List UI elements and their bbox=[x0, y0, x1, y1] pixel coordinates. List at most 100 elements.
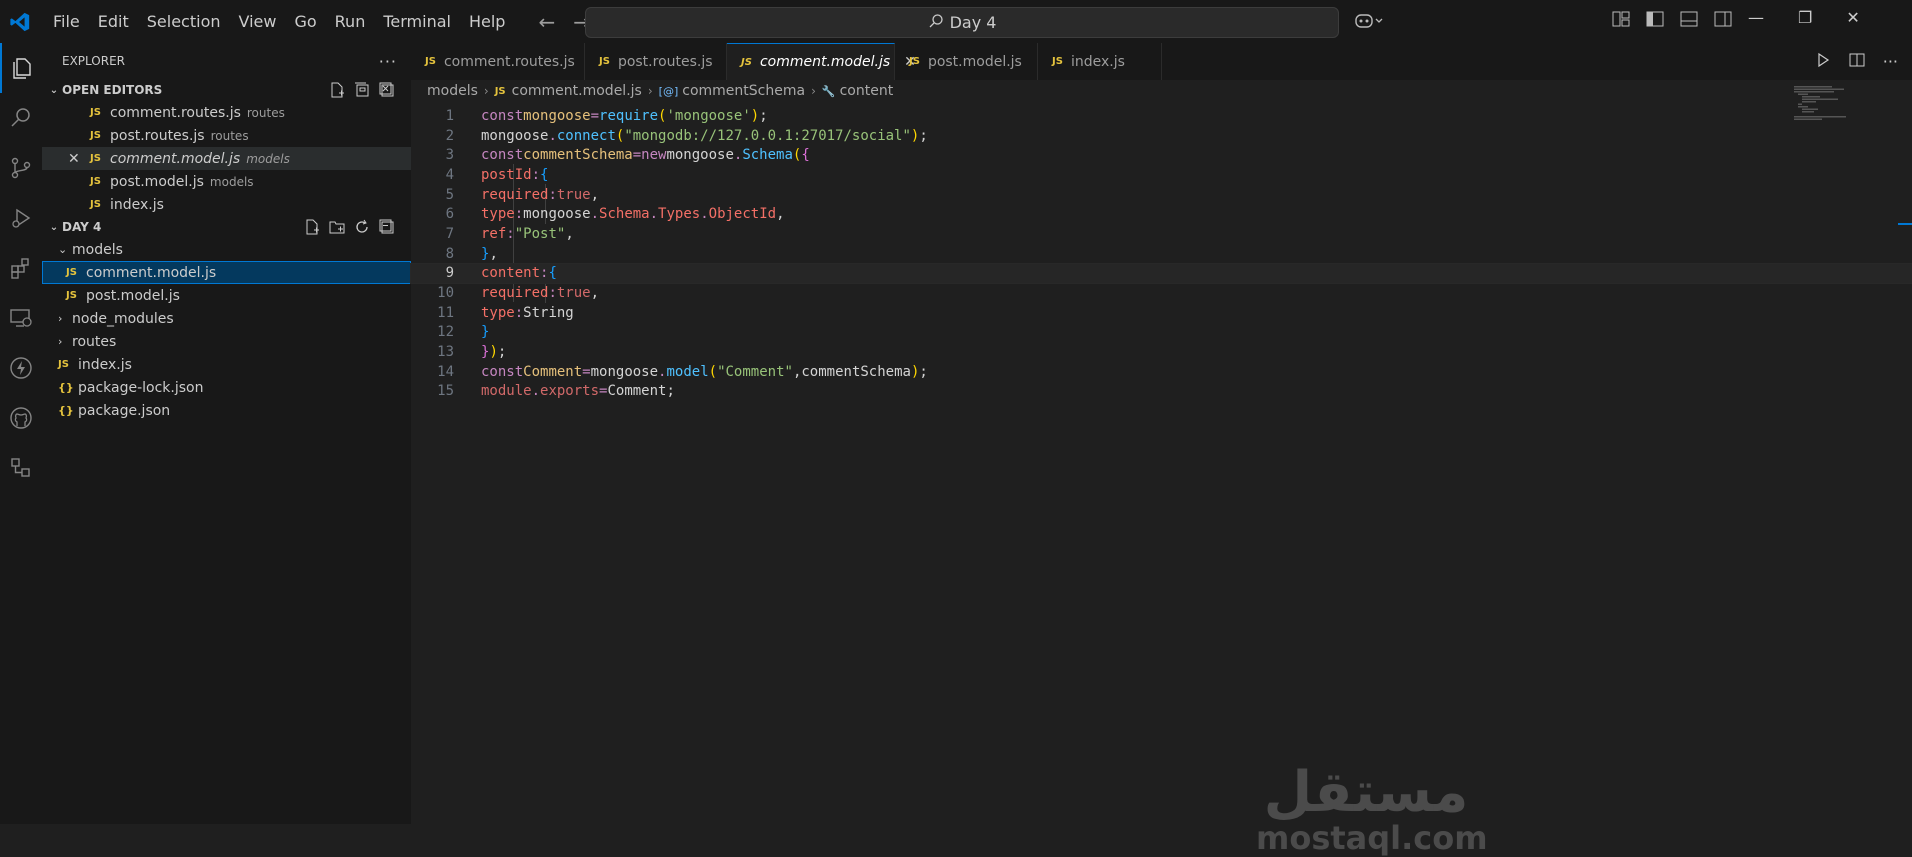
tab-label: post.routes.js bbox=[617, 53, 713, 70]
tree-file-post-model[interactable]: JS post.model.js bbox=[42, 284, 411, 307]
variable-symbol-icon: [@] bbox=[658, 84, 679, 98]
search-activity-icon[interactable] bbox=[0, 93, 42, 143]
menu-go[interactable]: Go bbox=[285, 8, 325, 35]
refresh-icon[interactable] bbox=[354, 219, 370, 238]
js-file-icon: JS bbox=[90, 130, 101, 141]
run-debug-icon[interactable] bbox=[0, 193, 42, 243]
close-editor-icon[interactable]: ✕ bbox=[68, 151, 80, 167]
chevron-down-icon: ⌄ bbox=[49, 221, 59, 233]
breadcrumb-folder[interactable]: models bbox=[427, 83, 478, 99]
code-line: 6 type: mongoose. Schema. Types. ObjectId, bbox=[445, 206, 785, 223]
tree-folder-node-modules[interactable]: › node_modules bbox=[42, 307, 411, 330]
file-name: index.js bbox=[110, 196, 164, 213]
file-name: comment.model.js bbox=[86, 264, 217, 281]
tab-label: comment.routes.js bbox=[443, 53, 575, 70]
code-line: 7 ref: "Post", bbox=[445, 225, 574, 242]
collapse-all-icon[interactable] bbox=[379, 219, 395, 238]
file-name: package-lock.json bbox=[78, 379, 204, 396]
code-line: 11 type: String bbox=[437, 304, 574, 321]
extensions-icon[interactable] bbox=[0, 243, 42, 293]
close-window-icon[interactable]: ✕ bbox=[1846, 8, 1859, 27]
explorer-icon[interactable] bbox=[0, 43, 42, 93]
tree-file-package[interactable]: {} package.json bbox=[42, 399, 411, 422]
js-file-icon: JS bbox=[90, 176, 101, 187]
js-file-icon: JS bbox=[90, 107, 101, 118]
code-line: 10 required: true, bbox=[437, 285, 600, 302]
scrollbar-cursor-marker bbox=[1898, 223, 1912, 225]
source-control-icon[interactable] bbox=[0, 143, 42, 193]
open-editor-item[interactable]: JS index.js bbox=[42, 193, 411, 216]
menu-edit[interactable]: Edit bbox=[89, 8, 138, 35]
minimize-icon[interactable]: — bbox=[1748, 8, 1764, 27]
new-file-icon[interactable] bbox=[304, 219, 320, 238]
wrench-icon: 🔧 bbox=[821, 84, 836, 98]
tab-post-routes[interactable]: JS post.routes.js bbox=[585, 43, 727, 80]
timeline-icon[interactable] bbox=[0, 443, 42, 493]
code-line: 5 required: true, bbox=[445, 186, 600, 203]
search-text: Day 4 bbox=[949, 13, 997, 32]
editor-tabs: JS comment.routes.js JS post.routes.js J… bbox=[411, 43, 1912, 80]
tab-label: comment.model.js bbox=[759, 54, 891, 70]
activity-bar bbox=[0, 43, 42, 824]
copilot-icon[interactable] bbox=[1354, 12, 1384, 34]
chevron-down-icon: ⌄ bbox=[58, 243, 68, 256]
toggle-primary-sidebar-icon[interactable] bbox=[1646, 11, 1664, 31]
menu-run[interactable]: Run bbox=[326, 8, 375, 35]
file-folder-desc: routes bbox=[246, 105, 285, 120]
tree-folder-models[interactable]: ⌄ models bbox=[42, 238, 411, 261]
code-line: 3 const commentSchema =new mongoose. Schema… bbox=[445, 147, 810, 164]
code-editor[interactable]: 1 const mongoose = require('mongoose'); 2 mo… bbox=[410, 106, 1912, 401]
tree-file-package-lock[interactable]: {} package-lock.json bbox=[42, 376, 411, 399]
watermark-logo: مستقل mostaql.com bbox=[1256, 763, 1488, 857]
menu-selection[interactable]: Selection bbox=[138, 8, 230, 35]
toggle-panel-icon[interactable] bbox=[1680, 11, 1698, 31]
customize-layout-icon[interactable] bbox=[1612, 11, 1630, 31]
menu-help[interactable]: Help bbox=[460, 8, 514, 35]
tab-post-model[interactable]: JS post.model.js bbox=[895, 43, 1038, 80]
back-arrow-icon[interactable]: ← bbox=[538, 10, 555, 34]
tab-index[interactable]: JS index.js bbox=[1038, 43, 1162, 80]
code-line: 12 } bbox=[437, 324, 490, 341]
open-editor-item-active[interactable]: ✕ JS comment.model.js models bbox=[42, 147, 411, 170]
folder-section[interactable]: ⌄ DAY 4 bbox=[42, 216, 411, 238]
new-folder-icon[interactable] bbox=[329, 219, 345, 238]
chevron-right-icon: › bbox=[647, 84, 653, 98]
breadcrumb-symbol[interactable]: commentSchema bbox=[682, 83, 805, 99]
tab-comment-routes[interactable]: JS comment.routes.js bbox=[411, 43, 585, 80]
command-center-search[interactable]: Day 4 bbox=[585, 7, 1339, 38]
save-all-icon[interactable] bbox=[354, 82, 370, 101]
open-editor-item[interactable]: JS post.model.js models bbox=[42, 170, 411, 193]
js-file-icon: JS bbox=[494, 85, 506, 97]
minimap[interactable] bbox=[1794, 85, 1854, 121]
code-line: 14 const Comment = mongoose. model("Comment"… bbox=[437, 363, 928, 380]
open-editor-item[interactable]: JS comment.routes.js routes bbox=[42, 101, 411, 124]
close-all-editors-icon[interactable] bbox=[379, 82, 395, 101]
more-actions-icon[interactable]: ··· bbox=[1883, 52, 1898, 72]
tab-comment-model[interactable]: JS comment.model.js ✕ bbox=[727, 43, 916, 80]
tree-file-index[interactable]: JS index.js bbox=[42, 353, 411, 376]
file-folder-desc: models bbox=[246, 151, 290, 166]
chevron-right-icon: › bbox=[58, 335, 63, 348]
github-icon[interactable] bbox=[0, 393, 42, 443]
file-name: post.model.js bbox=[110, 173, 204, 190]
folder-name: routes bbox=[72, 333, 117, 350]
menu-view[interactable]: View bbox=[230, 8, 286, 35]
tree-folder-routes[interactable]: › routes bbox=[42, 330, 411, 353]
split-editor-icon[interactable] bbox=[1849, 52, 1865, 72]
lightning-icon[interactable] bbox=[0, 343, 42, 393]
more-actions-icon[interactable]: ··· bbox=[379, 52, 397, 71]
remote-explorer-icon[interactable] bbox=[0, 293, 42, 343]
tree-file-comment-model[interactable]: JS comment.model.js bbox=[42, 261, 411, 284]
toggle-secondary-sidebar-icon[interactable] bbox=[1714, 11, 1732, 31]
folder-name: models bbox=[72, 241, 123, 258]
run-icon[interactable] bbox=[1815, 52, 1831, 72]
breadcrumb-file[interactable]: comment.model.js bbox=[512, 83, 642, 99]
new-untitled-file-icon[interactable] bbox=[329, 82, 345, 101]
breadcrumb-property[interactable]: content bbox=[840, 83, 894, 99]
json-file-icon: {} bbox=[58, 381, 74, 394]
menu-terminal[interactable]: Terminal bbox=[374, 8, 460, 35]
menu-file[interactable]: File bbox=[44, 8, 89, 35]
open-editor-item[interactable]: JS post.routes.js routes bbox=[42, 124, 411, 147]
restore-icon[interactable]: ❐ bbox=[1798, 8, 1812, 27]
open-editors-section[interactable]: ⌄ OPEN EDITORS bbox=[42, 79, 411, 101]
